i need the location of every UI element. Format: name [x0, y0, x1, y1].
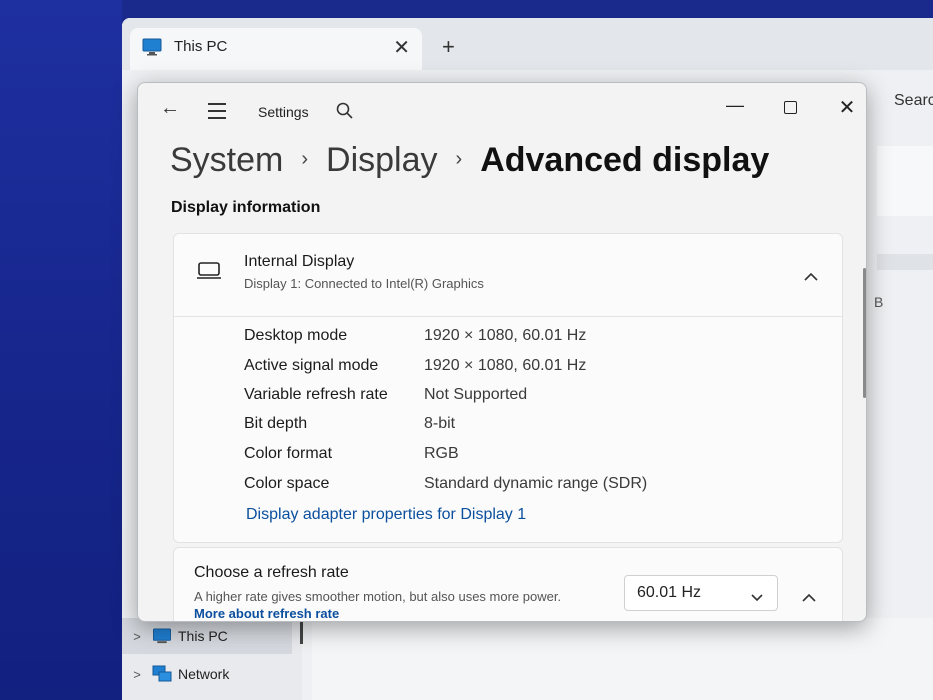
- display-name: Internal Display: [244, 253, 355, 270]
- nav-item-network[interactable]: > Network: [122, 656, 292, 692]
- display-adapter-properties-link[interactable]: Display adapter properties for Display 1: [246, 506, 526, 524]
- explorer-content-panel: [877, 146, 933, 216]
- explorer-partial-text: B: [874, 294, 884, 310]
- hamburger-menu-icon[interactable]: [208, 103, 226, 124]
- more-about-refresh-rate-link[interactable]: More about refresh rate: [194, 606, 339, 621]
- info-label: Desktop mode: [244, 327, 348, 344]
- chevron-right-icon: ›: [301, 148, 309, 170]
- info-value: RGB: [424, 445, 459, 462]
- breadcrumb: System › Display › Advanced display: [170, 141, 769, 180]
- info-label: Active signal mode: [244, 357, 379, 374]
- display-info-card: Internal Display Display 1: Connected to…: [173, 233, 843, 543]
- explorer-tab-strip: This PC ✕ +: [122, 18, 933, 70]
- tab-close-icon[interactable]: ✕: [393, 35, 410, 60]
- info-label: Color space: [244, 475, 330, 492]
- minimize-icon[interactable]: —: [720, 95, 750, 119]
- display-card-header[interactable]: Internal Display Display 1: Connected to…: [174, 234, 842, 317]
- explorer-tab-this-pc[interactable]: This PC ✕: [130, 28, 422, 70]
- chevron-down-icon: [751, 589, 763, 607]
- info-value: 8-bit: [424, 415, 456, 432]
- explorer-column-header: [877, 254, 933, 270]
- laptop-icon: [196, 261, 222, 286]
- app-title: Settings: [258, 104, 309, 120]
- back-arrow-icon[interactable]: ←: [160, 97, 180, 120]
- info-value: Standard dynamic range (SDR): [424, 475, 648, 492]
- chevron-right-icon[interactable]: >: [122, 629, 152, 644]
- refresh-rate-value: 60.01 Hz: [637, 584, 702, 601]
- breadcrumb-display[interactable]: Display: [326, 141, 437, 180]
- display-connection: Display 1: Connected to Intel(R) Graphic…: [244, 276, 484, 291]
- scrollbar-thumb[interactable]: [863, 268, 866, 398]
- explorer-navigation-pane: > This PC > Network: [122, 618, 302, 700]
- nav-label-this-pc: This PC: [178, 628, 228, 644]
- breadcrumb-system[interactable]: System: [170, 141, 283, 180]
- info-label: Color format: [244, 445, 333, 462]
- refresh-rate-dropdown[interactable]: 60.01 Hz: [624, 575, 778, 611]
- info-value: 1920 × 1080, 60.01 Hz: [424, 327, 587, 344]
- search-icon[interactable]: [336, 102, 354, 125]
- info-value: Not Supported: [424, 386, 528, 403]
- info-label: Variable refresh rate: [244, 386, 388, 403]
- refresh-rate-title: Choose a refresh rate: [194, 564, 349, 581]
- explorer-search-box[interactable]: Searc: [894, 92, 933, 110]
- explorer-file-area: [312, 618, 933, 700]
- settings-titlebar: ← Settings — ✕: [138, 83, 866, 133]
- refresh-rate-description: A higher rate gives smoother motion, but…: [194, 588, 574, 621]
- page-title: Advanced display: [480, 141, 770, 179]
- maximize-icon[interactable]: [775, 95, 805, 119]
- refresh-rate-description-text: A higher rate gives smoother motion, but…: [194, 589, 562, 604]
- settings-window: ← Settings — ✕ System › Display › Advanc…: [137, 82, 867, 622]
- chevron-right-icon[interactable]: >: [122, 667, 152, 682]
- info-value: 1920 × 1080, 60.01 Hz: [424, 357, 587, 374]
- pc-icon: [153, 627, 171, 643]
- nav-label-network: Network: [178, 666, 230, 682]
- nav-item-this-pc[interactable]: > This PC: [122, 618, 292, 654]
- chevron-up-icon[interactable]: [802, 589, 816, 607]
- pane-divider[interactable]: [300, 622, 303, 644]
- new-tab-button[interactable]: +: [442, 36, 455, 58]
- refresh-rate-card: Choose a refresh rate A higher rate give…: [173, 547, 843, 621]
- chevron-right-icon: ›: [455, 148, 463, 170]
- info-label: Bit depth: [244, 415, 308, 432]
- explorer-tab-title: This PC: [174, 38, 228, 55]
- section-title: Display information: [171, 199, 321, 216]
- network-icon: [152, 665, 172, 682]
- close-icon[interactable]: ✕: [832, 95, 862, 119]
- pc-icon: [142, 38, 162, 61]
- desktop-background: [0, 0, 122, 700]
- chevron-up-icon[interactable]: [804, 268, 818, 286]
